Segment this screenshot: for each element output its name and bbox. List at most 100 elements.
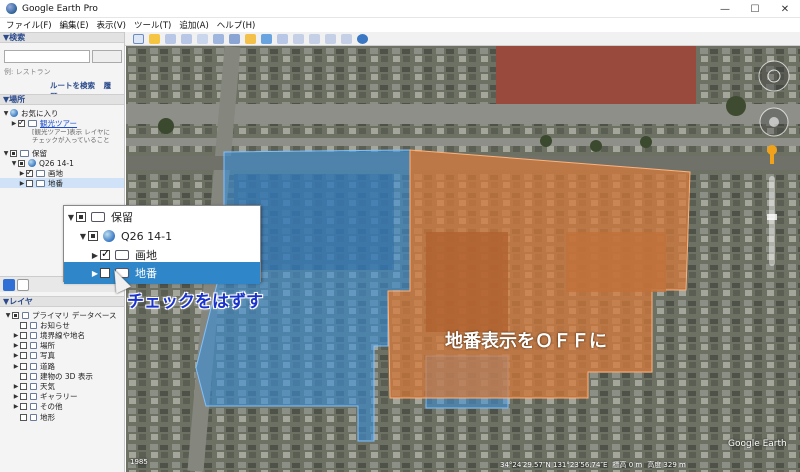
search-button[interactable]	[92, 50, 122, 63]
layer-item[interactable]: お知らせ	[12, 320, 70, 330]
callout-kml-checkbox[interactable]	[88, 231, 98, 241]
overlay-icon[interactable]	[197, 33, 208, 44]
expand-icon[interactable]: ▼	[10, 160, 18, 167]
menu-tools[interactable]: ツール(T)	[134, 19, 171, 31]
sidebar-toggle-icon[interactable]	[133, 33, 144, 44]
expand-icon[interactable]: ▼	[66, 213, 76, 222]
expand-icon[interactable]: ▶	[12, 363, 20, 370]
layers-header[interactable]: ▼レイヤ	[0, 296, 124, 307]
expand-icon[interactable]: ▶	[12, 383, 20, 390]
ruler-icon[interactable]	[277, 33, 288, 44]
expand-icon[interactable]: ▶	[12, 403, 20, 410]
tree-favorites[interactable]: ▼ お気に入り	[2, 108, 59, 118]
layer-checkbox[interactable]	[20, 403, 27, 411]
folder-icon	[28, 119, 37, 127]
expand-icon[interactable]: ▼	[4, 312, 12, 319]
expand-icon[interactable]: ▶	[18, 180, 26, 187]
menu-add[interactable]: 追加(A)	[179, 19, 208, 31]
kml-icon	[103, 230, 115, 242]
tour-description: [観光ツアー]表示 レイヤに チェックが入っていること	[32, 128, 110, 144]
layer-checkbox[interactable]	[20, 413, 27, 421]
layer-checkbox[interactable]	[20, 331, 27, 339]
menu-help[interactable]: ヘルプ(H)	[217, 19, 256, 31]
route-link[interactable]: ルートを検索	[50, 81, 95, 90]
layer-item[interactable]: ▶ 境界線や地名	[12, 330, 85, 340]
layer-checkbox[interactable]	[20, 382, 27, 390]
borders-icon	[30, 331, 37, 339]
placemark-icon[interactable]	[149, 33, 160, 44]
title-bar: Google Earth Pro — ☐ ✕	[0, 0, 800, 18]
info-icon	[30, 321, 37, 329]
layer-item[interactable]: ▶ その他	[12, 402, 63, 412]
search-input[interactable]	[4, 50, 90, 63]
layer-checkbox[interactable]	[20, 342, 27, 350]
polygon-icon[interactable]	[165, 33, 176, 44]
tour-record-icon[interactable]	[213, 33, 224, 44]
kml-checkbox[interactable]	[18, 159, 25, 167]
layer-checkbox[interactable]	[12, 311, 19, 319]
tree-saved[interactable]: ▼ 保留	[2, 148, 47, 158]
tree-kml[interactable]: ▼ Q26 14-1	[10, 158, 74, 168]
layer-item[interactable]: 地形	[12, 412, 55, 422]
expand-icon[interactable]: ▶	[12, 352, 20, 359]
layer-checkbox[interactable]	[20, 393, 27, 401]
layer-item[interactable]: ▶ 場所	[12, 341, 55, 351]
chiban-checkbox[interactable]	[26, 179, 33, 187]
email-icon[interactable]	[293, 33, 304, 44]
maximize-button[interactable]: ☐	[740, 0, 770, 18]
path-icon[interactable]	[181, 33, 192, 44]
callout-row-chiban[interactable]: ▶ 地番	[64, 262, 260, 284]
expand-icon[interactable]: ▶	[90, 251, 100, 260]
tree-item-gachi[interactable]: ▶ 画地	[18, 168, 63, 178]
minimize-button[interactable]: —	[710, 0, 740, 18]
expand-icon[interactable]: ▼	[78, 232, 88, 241]
expand-icon[interactable]: ▼	[2, 110, 10, 117]
layer-item[interactable]: ▶ 天気	[12, 381, 55, 391]
planet-icon[interactable]	[261, 33, 272, 44]
places-header[interactable]: ▼場所	[0, 94, 124, 105]
layer-item[interactable]: ▼ プライマリ データベース	[4, 310, 117, 320]
tree-item-chiban[interactable]: ▶ 地番	[0, 178, 124, 188]
tree-label: 地番	[48, 178, 63, 188]
expand-icon[interactable]: ▼	[2, 150, 10, 157]
expand-icon[interactable]: ▶	[12, 342, 20, 349]
expand-icon[interactable]: ▶	[18, 170, 26, 177]
sun-icon[interactable]	[245, 33, 256, 44]
google-maps-icon[interactable]	[341, 33, 352, 44]
layer-checkbox[interactable]	[20, 321, 27, 329]
callout-gachi-checkbox[interactable]	[100, 247, 110, 260]
close-button[interactable]: ✕	[770, 0, 800, 18]
photo-icon	[30, 352, 37, 360]
layer-item[interactable]: ▶ ギャラリー	[12, 392, 78, 402]
layer-item[interactable]: ▶ 道路	[12, 361, 55, 371]
earth-gallery-icon[interactable]	[357, 33, 368, 44]
search-header[interactable]: ▼検索	[0, 32, 124, 43]
layer-label: 地形	[40, 412, 55, 422]
panel-toggle-button[interactable]	[17, 278, 29, 291]
expand-icon[interactable]: ▶	[12, 332, 20, 339]
layer-item[interactable]: ▶ 写真	[12, 351, 55, 361]
print-icon[interactable]	[309, 33, 320, 44]
layer-item[interactable]: 建物の 3D 表示	[12, 371, 93, 381]
layer-checkbox[interactable]	[20, 372, 27, 380]
roads-icon	[30, 362, 37, 370]
layer-checkbox[interactable]	[20, 352, 27, 360]
gachi-checkbox[interactable]	[26, 168, 33, 177]
database-icon	[22, 311, 29, 319]
expand-icon[interactable]: ▶	[10, 120, 18, 127]
history-icon[interactable]	[229, 33, 240, 44]
tour-link[interactable]: 観光ツアー	[40, 118, 77, 129]
tree-tour[interactable]: ▶ 観光ツアー	[10, 118, 77, 128]
expand-icon[interactable]: ▶	[90, 269, 100, 278]
layer-checkbox[interactable]	[20, 362, 27, 370]
tour-checkbox[interactable]	[18, 118, 25, 127]
menu-view[interactable]: 表示(V)	[97, 19, 126, 31]
search-places-button[interactable]	[3, 278, 15, 291]
callout-saved-checkbox[interactable]	[76, 212, 86, 222]
menu-file[interactable]: ファイル(F)	[6, 19, 52, 31]
save-image-icon[interactable]	[325, 33, 336, 44]
expand-icon[interactable]: ▶	[12, 393, 20, 400]
saved-checkbox[interactable]	[10, 149, 17, 157]
altitude: 高度 329 m	[647, 461, 686, 469]
menu-edit[interactable]: 編集(E)	[60, 19, 89, 31]
